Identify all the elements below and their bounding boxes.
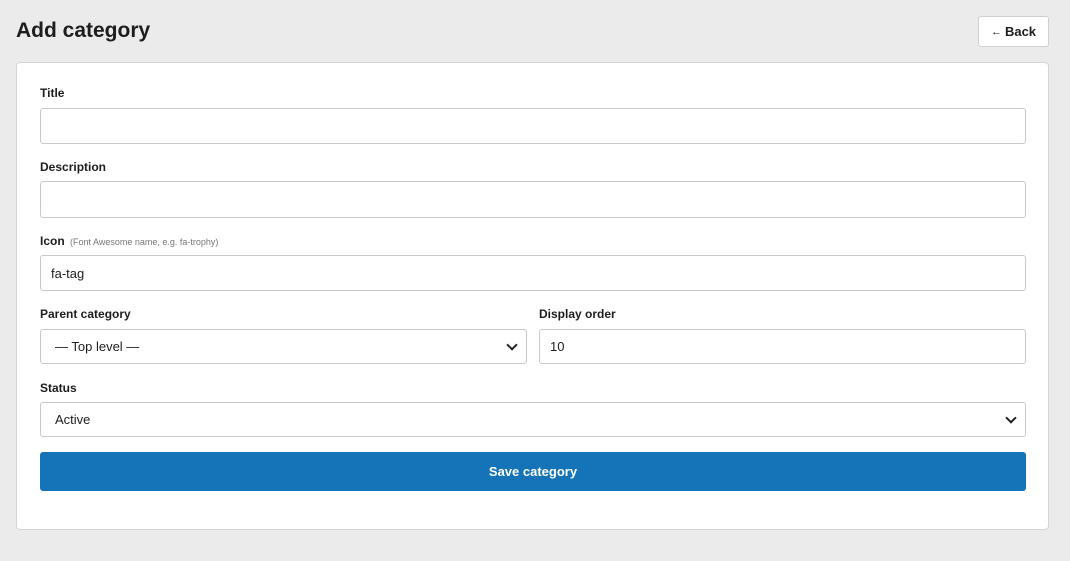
description-label: Description [40,160,107,174]
chevron-down-icon [1005,411,1017,424]
icon-field-label: Icon (Font Awesome name, e.g. fa-trophy) [40,234,218,249]
icon-label: Icon [40,234,65,248]
back-button-label: Back [1004,24,1037,39]
parent-category-select[interactable]: — Top level — [40,329,527,364]
display-order-input[interactable]: 10 [539,329,1026,364]
title-input[interactable] [40,108,1026,144]
page: Add category ← Back Title Description Ic… [0,0,1070,561]
arrow-left-icon: ← [990,25,1002,38]
chevron-down-icon [506,338,518,351]
icon-input[interactable]: fa-tag [40,255,1026,291]
display-order-label: Display order [539,307,616,321]
parent-category-label: Parent category [40,307,131,321]
title-label: Title [40,86,65,100]
icon-hint: (Font Awesome name, e.g. fa-trophy) [70,237,219,247]
page-title: Add category [16,19,151,42]
status-selected: Active [55,412,91,427]
category-form-card: Title Description Icon (Font Awesome nam… [16,62,1049,530]
status-select[interactable]: Active [40,402,1026,437]
save-category-button[interactable]: Save category [40,452,1026,491]
back-button[interactable]: ← Back [978,16,1049,47]
description-input[interactable] [40,181,1026,218]
parent-category-selected: — Top level — [55,339,140,354]
status-label: Status [40,381,77,395]
